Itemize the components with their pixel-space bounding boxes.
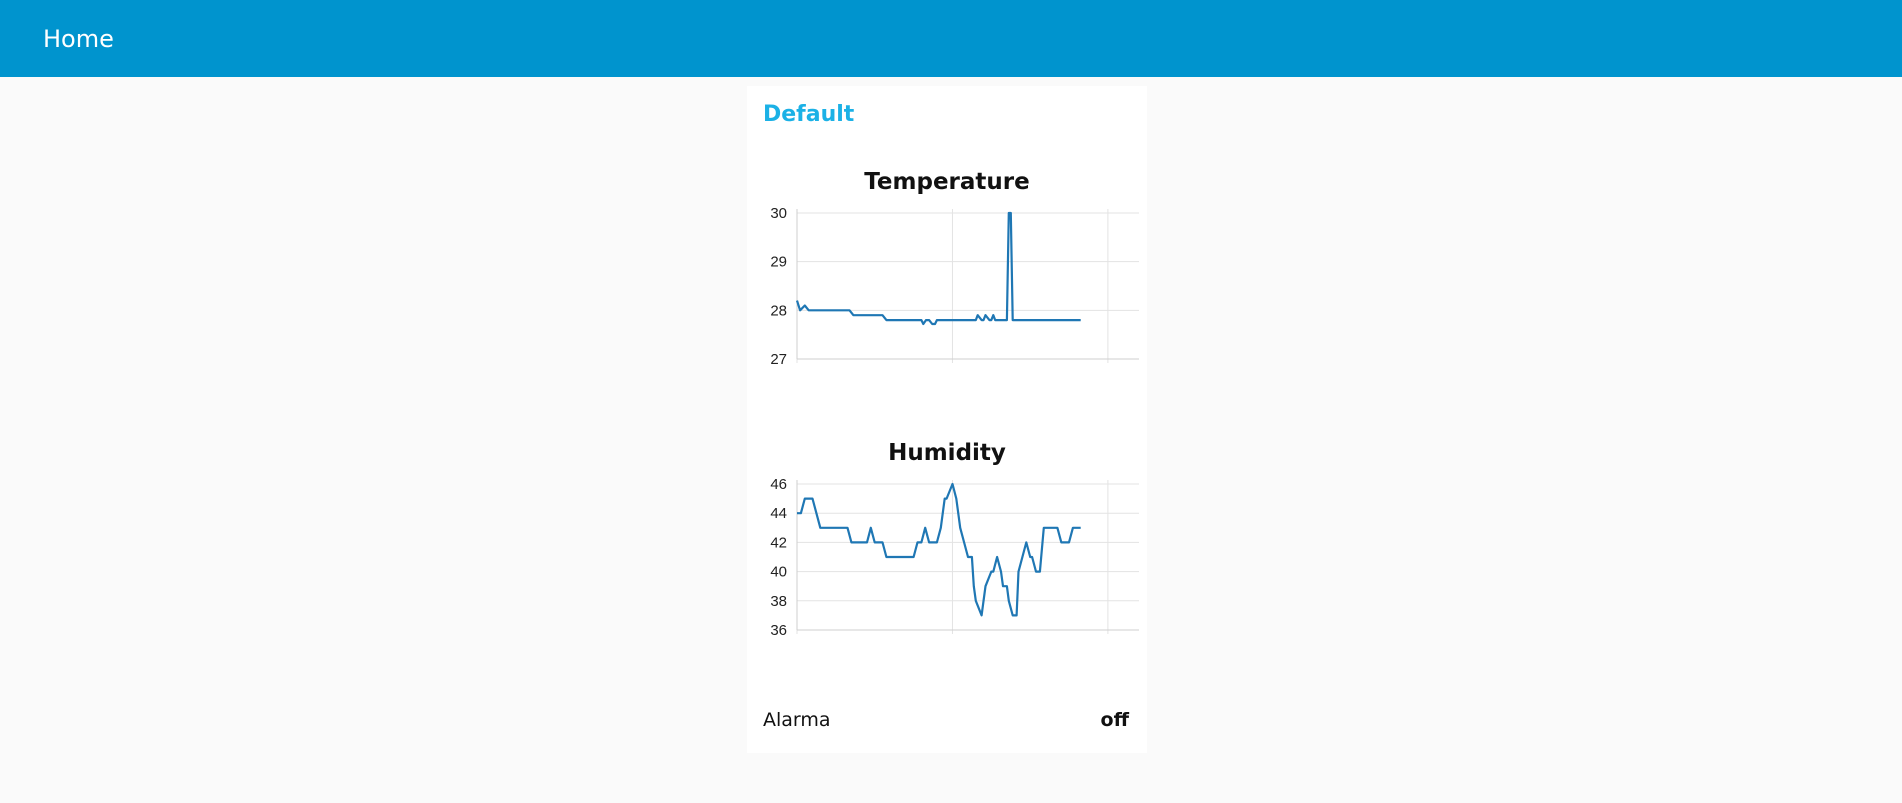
temperature-chart-plot: 2728293022:24:0022:28:0022:32:00 — [770, 205, 1139, 368]
humidity-chart-plot: 36384042444622:24:0022:28:0022:32:00 — [770, 476, 1139, 639]
humidity-y-tick-label: 36 — [770, 622, 787, 639]
temperature-y-tick-label: 27 — [770, 351, 787, 368]
alarm-label: Alarma — [763, 709, 831, 731]
humidity-y-tick-label: 38 — [770, 593, 787, 610]
alarm-value: off — [1100, 709, 1129, 731]
humidity-y-tick-label: 42 — [770, 534, 787, 551]
temperature-chart: Temperature 2728293022:24:0022:28:0022:3… — [747, 167, 1147, 368]
temperature-chart-title: Temperature — [864, 169, 1030, 195]
temperature-y-tick-label: 29 — [770, 254, 787, 271]
toolbar-title: Home — [43, 25, 114, 53]
humidity-series-line — [797, 482, 1081, 617]
humidity-y-tick-label: 46 — [770, 476, 787, 493]
humidity-y-tick-label: 44 — [770, 505, 787, 522]
temperature-series-line — [795, 211, 1081, 326]
humidity-y-tick-label: 40 — [770, 564, 787, 581]
top-toolbar: Home — [0, 0, 1902, 77]
humidity-chart-title: Humidity — [888, 440, 1006, 466]
group-title: Default — [763, 102, 855, 127]
temperature-y-tick-label: 28 — [770, 302, 787, 319]
humidity-chart: Humidity 36384042444622:24:0022:28:0022:… — [747, 438, 1147, 639]
dashboard-group-card: Default Temperature 2728293022:24:0022:2… — [747, 86, 1147, 753]
temperature-y-tick-label: 30 — [770, 205, 787, 222]
